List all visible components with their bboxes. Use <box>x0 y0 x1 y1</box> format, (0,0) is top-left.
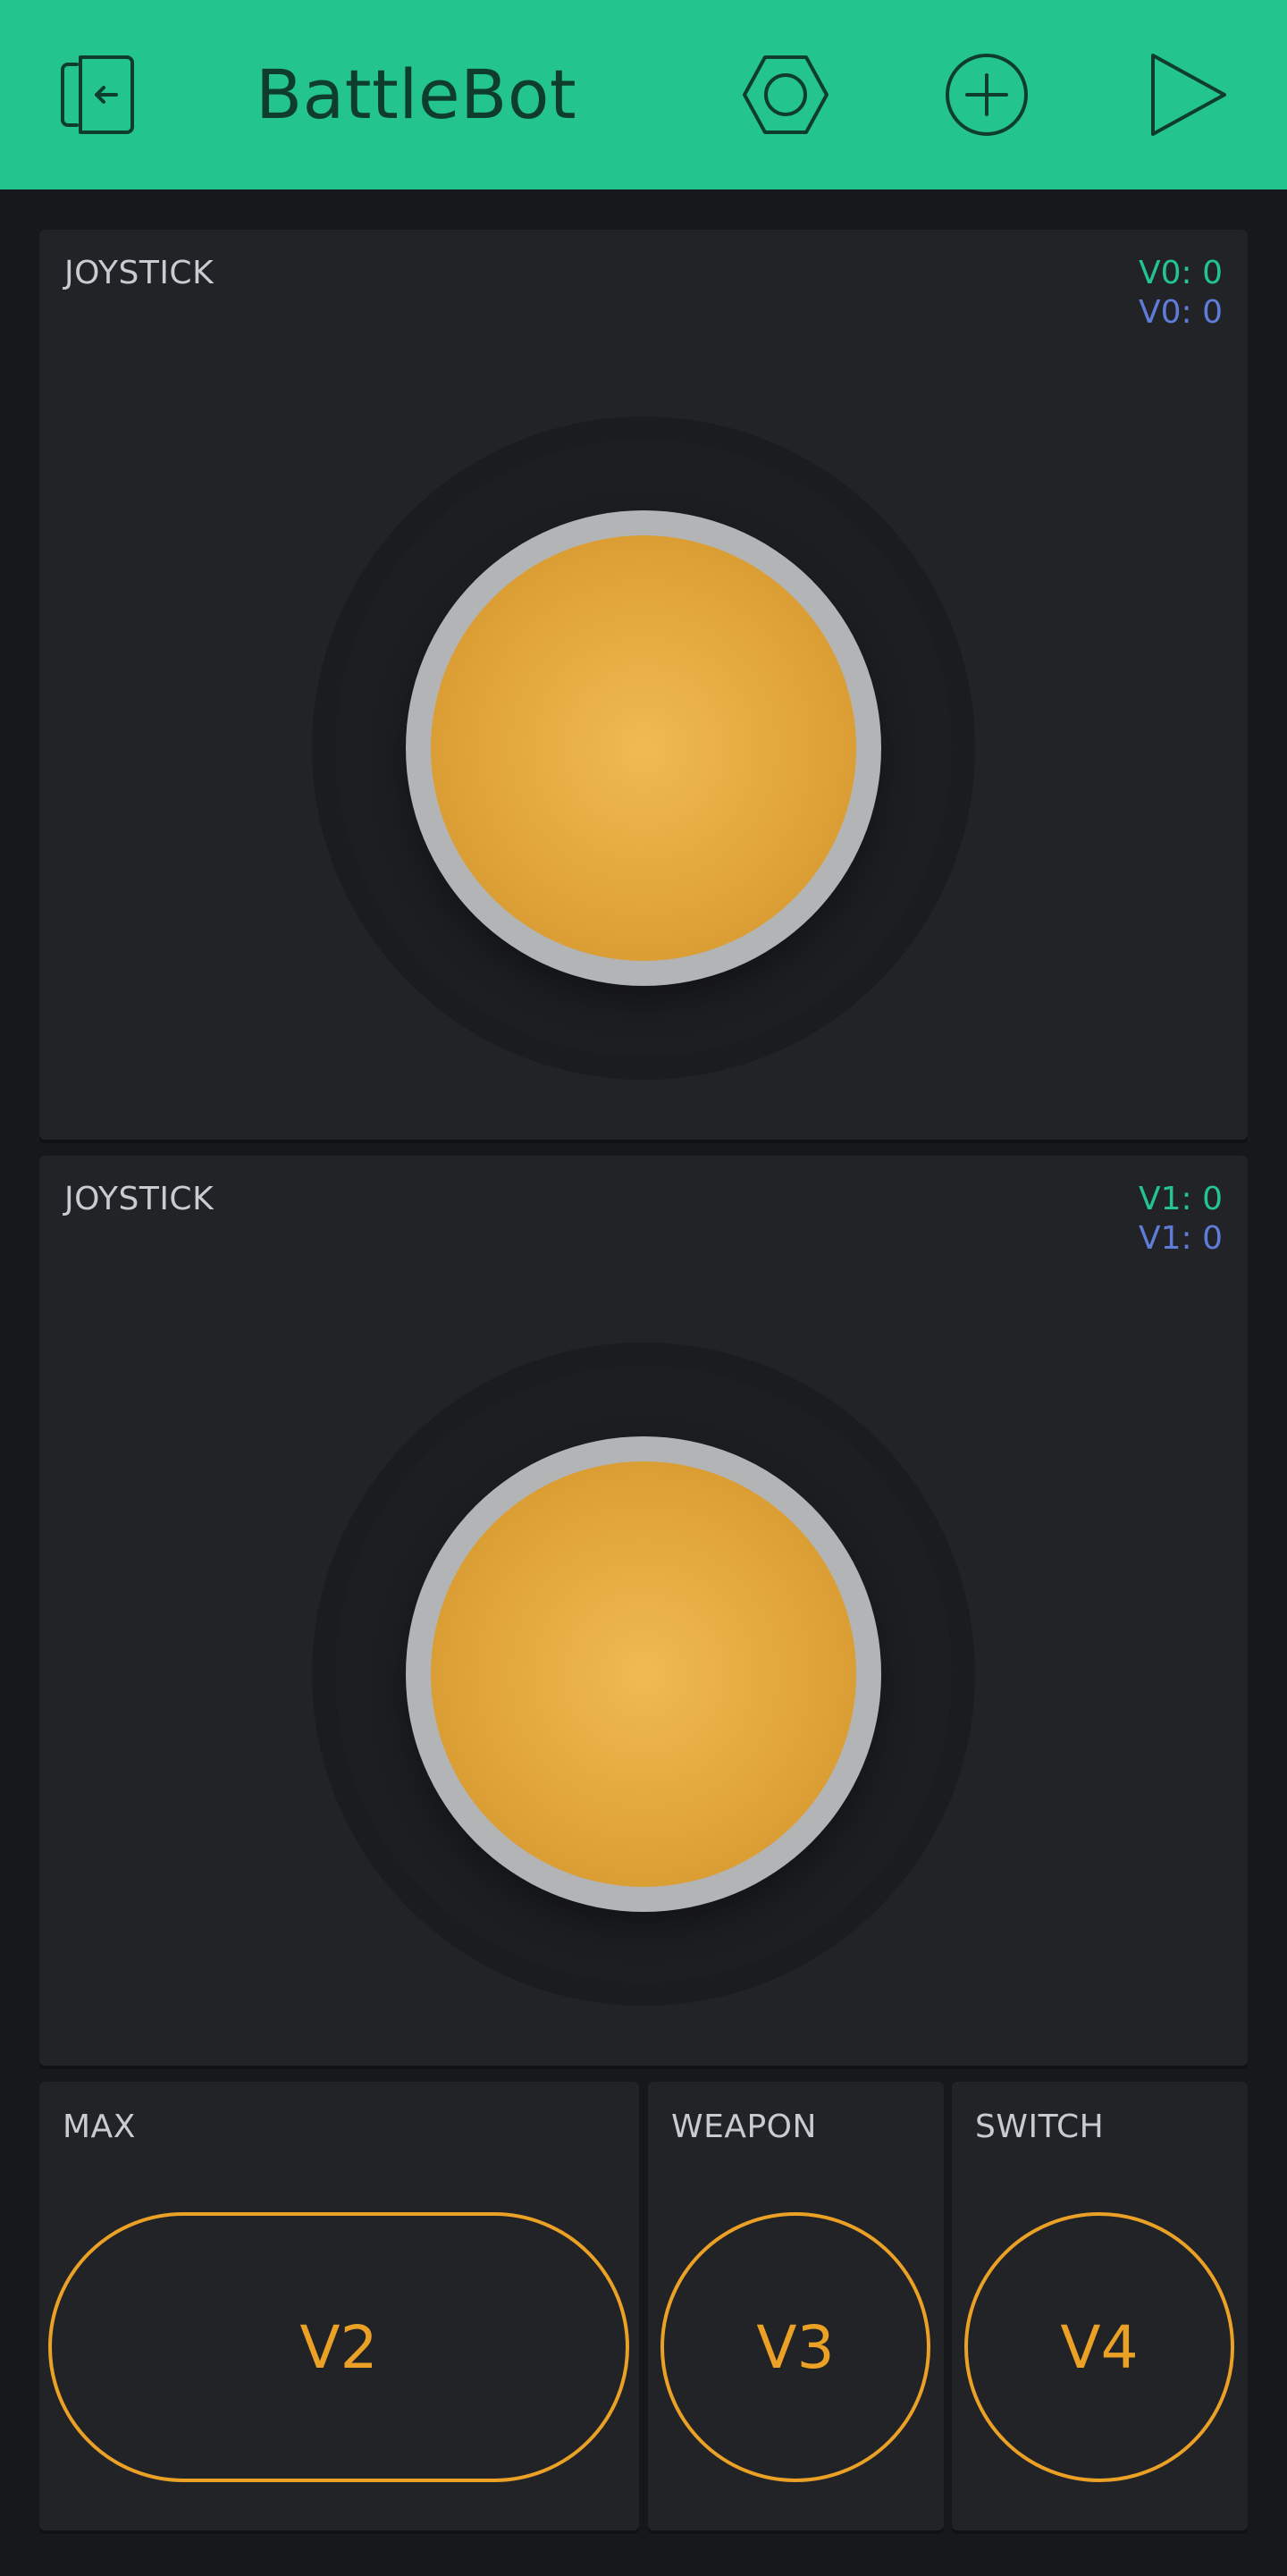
pin-y-value: V0: 0 <box>1138 294 1223 331</box>
button-label: SWITCH <box>975 2109 1105 2145</box>
button-label: MAX <box>63 2109 136 2145</box>
add-icon[interactable] <box>937 45 1037 145</box>
joystick-label: JOYSTICK <box>64 255 214 291</box>
pin-x-value: V1: 0 <box>1138 1181 1223 1217</box>
app-header: BattleBot <box>0 0 1287 189</box>
button-widget-max: MAX V2 <box>39 2082 639 2530</box>
button-widget-switch: SWITCH V4 <box>952 2082 1248 2530</box>
max-button[interactable]: V2 <box>48 2212 629 2482</box>
joystick-knob-face <box>431 1461 856 1887</box>
weapon-button[interactable]: V3 <box>660 2212 930 2482</box>
joystick-widget-2[interactable]: JOYSTICK V1: 0 V1: 0 <box>39 1156 1248 2066</box>
joystick-label: JOYSTICK <box>64 1181 214 1217</box>
joystick-knob[interactable] <box>406 510 881 986</box>
project-title: BattleBot <box>256 55 577 134</box>
switch-button[interactable]: V4 <box>964 2212 1234 2482</box>
button-widget-weapon: WEAPON V3 <box>648 2082 944 2530</box>
settings-hex-icon[interactable] <box>736 45 836 145</box>
joystick-knob-face <box>431 535 856 961</box>
joystick-knob[interactable] <box>406 1436 881 1912</box>
pin-y-value: V1: 0 <box>1138 1220 1223 1257</box>
button-label: WEAPON <box>671 2109 817 2145</box>
joystick-widget-1[interactable]: JOYSTICK V0: 0 V0: 0 <box>39 230 1248 1140</box>
play-icon[interactable] <box>1137 45 1237 145</box>
pin-x-value: V0: 0 <box>1138 255 1223 291</box>
exit-icon[interactable] <box>50 45 150 145</box>
